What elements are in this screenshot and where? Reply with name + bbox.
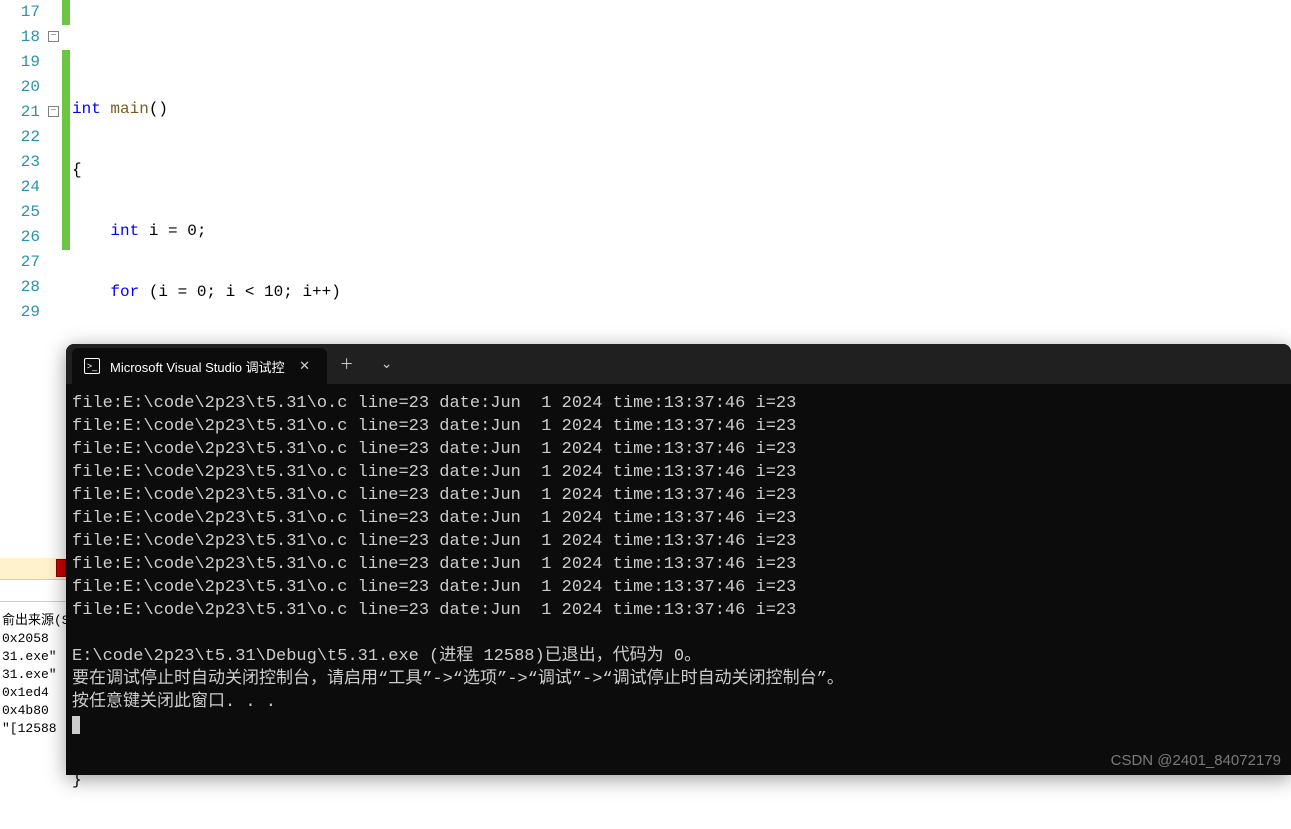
line-number: 27: [0, 250, 40, 275]
line-number: 23: [0, 150, 40, 175]
line-number: 24: [0, 175, 40, 200]
line-number: 18: [0, 25, 40, 50]
fold-toggle[interactable]: −: [48, 106, 59, 117]
terminal-tab[interactable]: >_ Microsoft Visual Studio 调试控 ✕: [72, 348, 327, 384]
output-panel-fragment: 俞出来源(S 0x2058 31.exe" 31.exe" 0x1ed4 0x4…: [0, 558, 66, 738]
line-number: 29: [0, 300, 40, 325]
line-number-gutter: 17 18 19 20 21 22 23 24 25 26 27 28 29: [0, 0, 46, 344]
keyword: int: [110, 222, 139, 240]
terminal-tab-title: Microsoft Visual Studio 调试控: [110, 357, 285, 376]
line-number: 22: [0, 125, 40, 150]
stop-icon[interactable]: [56, 559, 66, 577]
line-number: 26: [0, 225, 40, 250]
output-row: 0x2058: [0, 630, 66, 648]
output-row: 0x4b80: [0, 702, 66, 720]
tab-dropdown-button[interactable]: ⌄: [367, 344, 407, 384]
line-number: 21: [0, 100, 40, 125]
terminal-cursor: [72, 716, 80, 734]
line-number: 17: [0, 0, 40, 25]
line-number: 25: [0, 200, 40, 225]
line-number: 20: [0, 75, 40, 100]
terminal-titlebar[interactable]: >_ Microsoft Visual Studio 调试控 ✕ ＋ ⌄: [66, 344, 1291, 384]
change-marker: [62, 0, 70, 25]
editor-markers: − −: [46, 0, 72, 344]
fold-toggle[interactable]: −: [48, 31, 59, 42]
close-icon[interactable]: ✕: [295, 356, 315, 376]
terminal-output[interactable]: file:E:\code\2p23\t5.31\o.c line=23 date…: [66, 384, 1291, 745]
output-source-label: 俞出来源(S: [0, 612, 66, 630]
terminal-window: >_ Microsoft Visual Studio 调试控 ✕ ＋ ⌄ fil…: [66, 344, 1291, 775]
output-row: 31.exe": [0, 648, 66, 666]
watermark: CSDN @2401_84072179: [1111, 752, 1281, 769]
code-editor[interactable]: 17 18 19 20 21 22 23 24 25 26 27 28 29 −…: [0, 0, 1291, 344]
output-row: "[12588: [0, 720, 66, 738]
keyword: for: [110, 283, 139, 301]
code-area[interactable]: int main() { int i = 0; for (i = 0; i < …: [72, 0, 1291, 344]
change-marker: [62, 50, 70, 250]
new-tab-button[interactable]: ＋: [327, 344, 367, 384]
terminal-icon: >_: [84, 358, 100, 374]
func-name: main: [101, 100, 149, 118]
output-row: 0x1ed4: [0, 684, 66, 702]
line-number: 19: [0, 50, 40, 75]
output-row: 31.exe": [0, 666, 66, 684]
keyword: int: [72, 100, 101, 118]
line-number: 28: [0, 275, 40, 300]
